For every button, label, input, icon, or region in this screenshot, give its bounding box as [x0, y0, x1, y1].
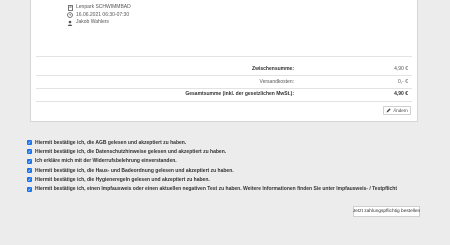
subtotal-label: Zwischensumme: [252, 66, 294, 72]
person-row: Jakob Wahlers [67, 19, 131, 27]
checkbox-checked-icon[interactable]: ✓ [27, 140, 32, 146]
checkbox-checked-icon[interactable]: ✓ [27, 177, 32, 183]
checkbox-checked-icon[interactable]: ✓ [27, 149, 32, 155]
store-name: Lenpark SCHWIMMBAD [76, 4, 131, 10]
pencil-icon [386, 107, 391, 114]
grand-total-value: 4,90 € [394, 91, 408, 97]
divider [36, 101, 412, 102]
clock-icon [67, 12, 73, 19]
person-name: Jakob Wahlers [76, 19, 109, 26]
datetime-row: 16.06.2021 06:30-07:30 [67, 12, 131, 20]
checkbox-checked-icon[interactable]: ✓ [27, 158, 32, 164]
store-row: Lenpark SCHWIMMBAD [67, 4, 131, 12]
consent-label: Hiermit bestätige ich, die Haus- und Bad… [35, 167, 234, 174]
consent-label: Ich erkläre mich mit der Widerrufsbelehr… [35, 158, 177, 165]
consent-house-rules[interactable]: ✓ Hiermit bestätige ich, die Haus- und B… [27, 166, 397, 175]
place-order-button[interactable]: Jetzt zahlungspflichtig bestellen [353, 206, 420, 217]
shipping-value: 0,- € [397, 79, 408, 85]
checkbox-checked-icon[interactable]: ✓ [27, 186, 32, 192]
consent-label: Hiermit bestätige ich, die Datenschutzhi… [35, 148, 227, 155]
change-button-label: Ändern [393, 108, 408, 113]
consent-checklist: ✓ Hiermit bestätige ich, die AGB gelesen… [27, 138, 397, 194]
shipping-row: Versandkosten: 0,- € [36, 76, 408, 88]
order-summary-card: Lenpark SCHWIMMBAD 16.06.2021 06:30-07:3… [30, 0, 418, 122]
person-icon [67, 20, 73, 26]
consent-label: Hiermit bestätige ich, die AGB gelesen u… [35, 139, 187, 146]
consent-label: Hiermit bestätige ich, die Hygieneregeln… [35, 176, 210, 183]
consent-privacy[interactable]: ✓ Hiermit bestätige ich, die Datenschutz… [27, 147, 397, 156]
consent-hygiene[interactable]: ✓ Hiermit bestätige ich, die Hygienerege… [27, 175, 397, 184]
consent-withdrawal[interactable]: ✓ Ich erkläre mich mit der Widerrufsbele… [27, 157, 397, 166]
consent-label: Hiermit bestätige ich, einen Impfausweis… [35, 186, 398, 193]
consent-vaccination[interactable]: ✓ Hiermit bestätige ich, einen Impfauswe… [27, 184, 397, 193]
grand-total-row: Gesamtsumme (inkl. der gesetzlichen MwSt… [36, 88, 408, 100]
divider [36, 56, 412, 57]
change-button[interactable]: Ändern [383, 106, 411, 115]
consent-agb[interactable]: ✓ Hiermit bestätige ich, die AGB gelesen… [27, 138, 397, 147]
checkbox-checked-icon[interactable]: ✓ [27, 168, 32, 174]
subtotal-row: Zwischensumme: 4,90 € [36, 63, 408, 75]
shipping-label: Versandkosten: [259, 79, 294, 85]
subtotal-value: 4,90 € [394, 66, 408, 72]
order-meta: Lenpark SCHWIMMBAD 16.06.2021 06:30-07:3… [67, 4, 131, 27]
order-datetime: 16.06.2021 06:30-07:30 [76, 11, 130, 18]
store-icon [67, 4, 73, 11]
grand-total-label: Gesamtsumme (inkl. der gesetzlichen MwSt… [185, 91, 294, 97]
